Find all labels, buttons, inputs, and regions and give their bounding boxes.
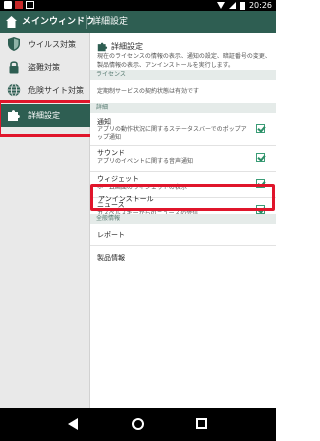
sound-checkbox[interactable] [256,153,265,162]
lock-icon [9,61,19,74]
section-details: 詳細 [90,103,276,113]
main-window-link[interactable]: メインウィンドウ [22,16,94,28]
shield-icon [8,37,20,51]
app-bar: メインウィンドウ 詳細設定 [0,11,276,33]
wifi-icon [216,2,225,9]
report-link[interactable]: レポート [97,230,125,240]
setting-title: ウィジェット [97,175,139,183]
notifications-checkbox[interactable] [256,124,265,133]
back-icon[interactable] [68,418,78,430]
title-divider [86,15,87,29]
status-bar: 20:26 [0,0,276,11]
section-general-info: 全般情報 [90,214,276,224]
setting-title: サウンド [97,149,125,157]
system-nav-bar [0,408,276,441]
status-time: 20:26 [248,1,272,10]
globe-icon [7,83,21,97]
sidebar-item-label: 盗難対策 [28,63,60,72]
section-license: ライセンス [90,70,276,80]
battery-icon [239,1,245,10]
recent-apps-icon[interactable] [196,418,207,429]
sidebar-item-anti-theft[interactable]: 盗難対策 [0,56,90,79]
sidebar: ウイルス対策 盗難対策 危険サイト対策 詳細設定 [0,33,96,408]
setting-subtitle: アプリのイベントに関する音声通知 [97,158,194,165]
sidebar-item-label: 詳細設定 [28,111,60,120]
sidebar-item-web-protection[interactable]: 危険サイト対策 [0,79,90,102]
setting-notifications[interactable]: 通知 アプリの動作状況に関するステータスバーでのポップアップ通知 [90,115,276,145]
divider [90,245,276,246]
setting-sound[interactable]: サウンド アプリのイベントに関する音声通知 [90,146,276,171]
home-icon[interactable] [6,16,17,28]
page-title: 詳細設定 [92,17,129,27]
puzzle-icon [8,110,20,121]
image-notification-icon [26,1,34,9]
sidebar-item-label: 危険サイト対策 [28,86,84,95]
signal-icon [228,2,236,9]
puzzle-icon [97,42,108,52]
panel-title: 詳細設定 [111,42,143,51]
setting-subtitle: アプリの動作状況に関するステータスバーでのポップアップ通知 [97,126,247,141]
sidebar-item-antivirus[interactable]: ウイルス対策 [0,33,90,56]
panel-description: 現在のライセンスの情報の表示、通知の設定、暗証番号の変更、製品情報の表示、アンイ… [97,53,271,69]
license-status[interactable]: 定期制サービスの契約状態は有効です [97,86,199,95]
uninstall-label: アンインストール [98,195,154,203]
settings-panel: 詳細設定 現在のライセンスの情報の表示、通知の設定、暗証番号の変更、製品情報の表… [90,33,276,408]
app-notification-icon [15,1,23,9]
app-screen: 20:26 メインウィンドウ 詳細設定 ウイルス対策 盗難対策 危険サイト対策 … [0,0,276,441]
uninstall-button[interactable]: アンインストール [90,184,275,211]
product-info-link[interactable]: 製品情報 [97,253,125,263]
home-circle-icon[interactable] [132,418,144,430]
notification-icon [4,1,12,9]
sidebar-item-advanced-settings[interactable]: 詳細設定 [0,100,96,137]
sidebar-item-label: ウイルス対策 [28,40,76,49]
